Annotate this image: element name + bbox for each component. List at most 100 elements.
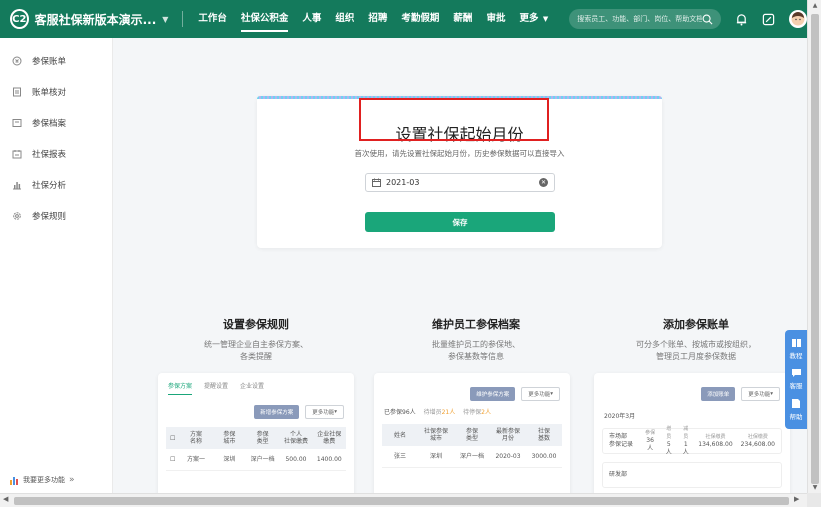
sidebar-item-insurance-rules[interactable]: 参保规则 [0, 201, 112, 231]
feature-add-bill: 添加参保账单 可分多个账单、按城市或按组织， 管理员工月度参保数据 [596, 316, 796, 363]
book-icon [791, 339, 801, 347]
scroll-down-icon[interactable]: ▼ [808, 484, 821, 491]
feature-desc-line: 各类提醒 [240, 352, 272, 361]
bill-kv-key: 减员 [683, 426, 689, 440]
scroll-right-icon[interactable]: ▶ [794, 495, 799, 503]
nav-social-insurance[interactable]: 社保公积金 [240, 0, 288, 38]
nav-organization[interactable]: 组织 [335, 0, 354, 38]
scrollbar-thumb[interactable] [811, 14, 819, 484]
user-avatar-icon [791, 12, 805, 26]
table-cell: 500.00 [285, 456, 307, 463]
global-search[interactable] [569, 9, 721, 29]
nav-workbench[interactable]: 工作台 [198, 0, 227, 38]
more-features-label: 我要更多功能 [23, 476, 65, 484]
stat-reduce-label: 待停保 [463, 409, 482, 416]
table-header-cell: 社保 基数 [537, 428, 550, 442]
divider [182, 11, 184, 27]
nav-attendance[interactable]: 考勤假期 [401, 0, 439, 38]
vertical-scrollbar[interactable]: ▲ ▼ [807, 0, 821, 493]
nav-recruitment[interactable]: 招聘 [368, 0, 387, 38]
table-row: 张三 深圳 深户一档 2020-03 3000.00 [382, 446, 562, 468]
bill-kv: 参保 36人 [644, 429, 656, 453]
feature-maintain-archive: 维护员工参保档案 批量维护员工的参保地、 参保基数等信息 [376, 316, 576, 363]
table-header-cell: 企业社保 缴费 [317, 431, 342, 445]
horizontal-scrollbar[interactable]: ◀ ▶ [0, 493, 807, 507]
double-chevron-right-icon: » [69, 475, 75, 485]
gear-icon [13, 212, 21, 220]
table-cell: 深圳 [223, 456, 236, 463]
scroll-up-icon[interactable]: ▲ [808, 2, 821, 9]
report-icon [12, 150, 22, 159]
chevron-down-icon[interactable]: ▼ [162, 15, 168, 24]
table-header-cell: 个人 社保缴费 [283, 431, 308, 445]
clear-icon[interactable]: ✕ [539, 178, 548, 187]
bill-kv-value: 234,608.00 [740, 441, 775, 448]
save-button[interactable]: 保存 [365, 212, 555, 232]
edit-box-icon[interactable] [762, 13, 775, 26]
start-month-picker[interactable]: 2021-03 ✕ [365, 173, 555, 192]
bill-kv: 社保缴费 134,608.00 [698, 433, 732, 449]
sidebar-item-bill-check[interactable]: 账单核对 [0, 77, 112, 107]
calendar-icon [372, 178, 381, 187]
doc-icon [792, 399, 800, 408]
bill-icon [12, 56, 22, 66]
check-doc-icon [13, 87, 21, 97]
search-input[interactable] [577, 15, 702, 23]
bar-chart-icon [13, 182, 21, 190]
preview-stats: 已参保96人 待增员21人 待停保2人 [374, 401, 570, 416]
preview-primary-button: 新增参保方案 [254, 405, 300, 419]
preview-archive-panel: 维护参保方案 更多功能 ▾ 已参保96人 待增员21人 待停保2人 姓名 社保参… [374, 373, 570, 493]
bill-kv-key: 增员 [666, 426, 672, 440]
help-button[interactable]: 帮助 [790, 394, 803, 425]
bill-kv-key: 社保缴费 [705, 434, 726, 440]
table-cell: 2020-03 [495, 453, 521, 460]
feature-desc: 可分多个账单、按城市或按组织， 管理员工月度参保数据 [596, 339, 796, 363]
table-header-cell: 参保 类型 [256, 431, 269, 445]
feature-desc-line: 管理员工月度参保数据 [656, 352, 736, 361]
bill-kv: 减员 1人 [681, 425, 690, 457]
nav-personnel[interactable]: 人事 [302, 0, 321, 38]
company-logo: C2 [10, 9, 29, 29]
bill-kv-value: 134,608.00 [698, 441, 733, 448]
scrollbar-thumb[interactable] [14, 497, 789, 505]
feature-desc: 统一管理企业自主参保方案、 各类提醒 [156, 339, 356, 363]
table-header-cell: 参保 类型 [465, 428, 478, 442]
preview-table-header: ☐ 方案 名称 参保 城市 参保 类型 个人 社保缴费 企业社保 缴费 [166, 427, 346, 449]
help-label: 帮助 [789, 413, 803, 421]
annotation-highlight-box [359, 98, 549, 141]
sidebar-item-insurance-archive[interactable]: 参保档案 [0, 108, 112, 138]
scroll-left-icon[interactable]: ◀ [3, 495, 8, 503]
table-header-cell: 参保 城市 [223, 431, 236, 445]
table-cell: 深户一档 [250, 456, 275, 463]
table-cell: 深户一档 [459, 453, 484, 460]
search-icon[interactable] [702, 14, 713, 25]
nav-payroll[interactable]: 薪酬 [453, 0, 472, 38]
bill-kv-key: 参保 [645, 430, 656, 436]
customer-service-button[interactable]: 客服 [790, 364, 803, 394]
sidebar-item-insurance-bill[interactable]: 参保账单 [0, 46, 112, 76]
help-label: 教程 [789, 352, 803, 360]
tutorial-button[interactable]: 教程 [790, 334, 803, 364]
chevron-down-icon: ▼ [540, 15, 549, 23]
company-switcher[interactable]: 客服社保新版本演示... [35, 11, 157, 28]
table-cell: 张三 [393, 453, 406, 460]
stat-pending-label: 待增员 [423, 409, 442, 416]
avatar[interactable] [789, 10, 807, 28]
chat-icon [791, 369, 801, 377]
bell-icon[interactable] [735, 13, 748, 26]
preview-month: 2020年3月 [604, 413, 636, 420]
main-content: 设置社保起始月份 首次使用，请先设置社保起始月份，历史参保数据可以直接导入 20… [114, 38, 807, 493]
bill-kv-key: 社保缴费 [747, 434, 768, 440]
feature-desc-line: 可分多个账单、按城市或按组织， [636, 340, 756, 349]
sidebar-item-insurance-analysis[interactable]: 社保分析 [0, 170, 112, 200]
bill-dept: 研发部 [609, 471, 628, 478]
nav-more[interactable]: 更多 ▼ [519, 0, 548, 38]
sidebar-item-insurance-report[interactable]: 社保报表 [0, 139, 112, 169]
nav-approval[interactable]: 审批 [486, 0, 505, 38]
sidebar-item-label: 参保规则 [32, 212, 67, 222]
table-cell: 方案一 [186, 456, 205, 463]
feature-desc-line: 统一管理企业自主参保方案、 [204, 340, 308, 349]
table-cell: 深圳 [429, 453, 442, 460]
more-features-link[interactable]: 我要更多功能 » [0, 475, 112, 485]
bill-dept: 市场部 参保记录 [609, 433, 634, 448]
